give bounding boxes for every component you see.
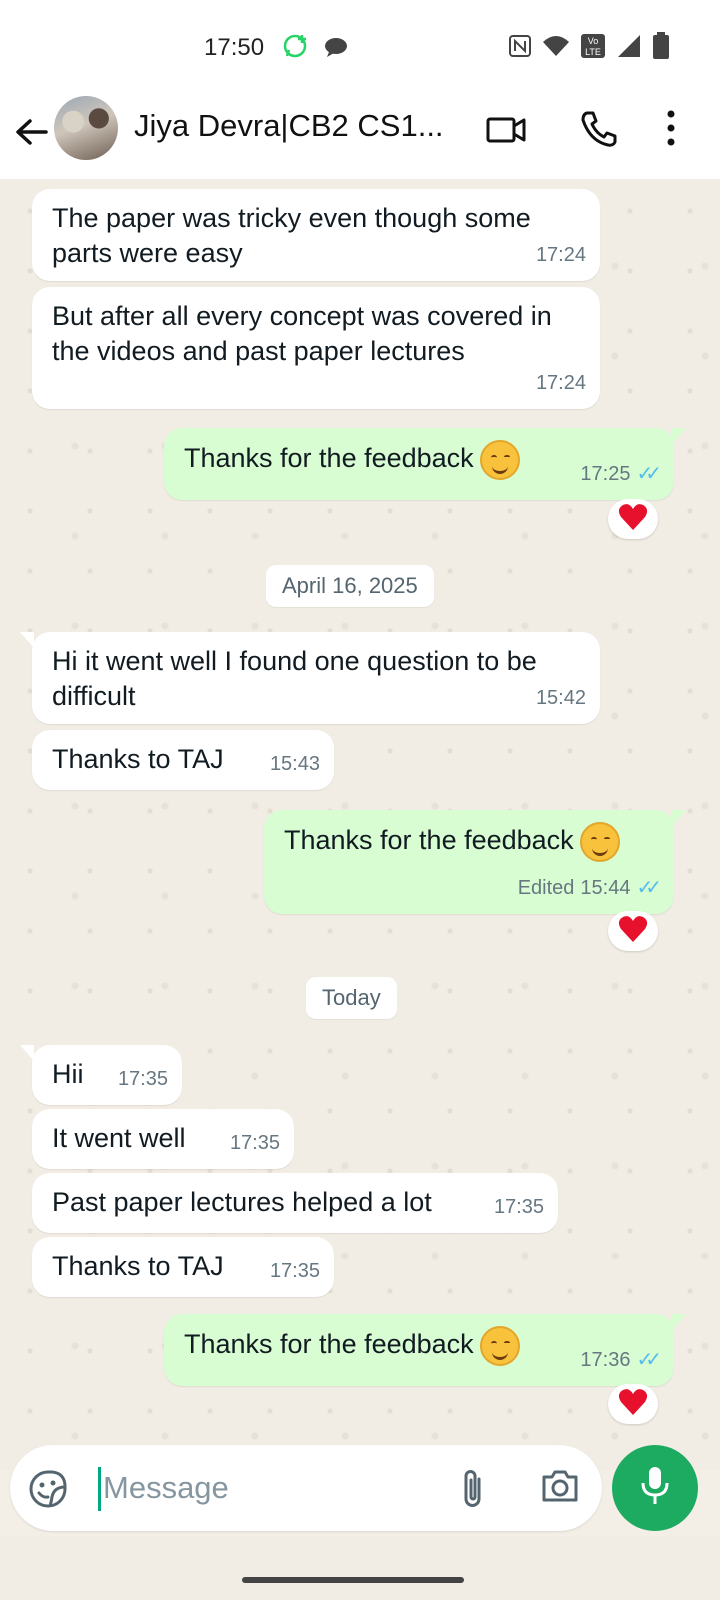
message-text: Thanks for the feedback: [184, 1329, 474, 1360]
read-ticks-icon: ✓✓: [636, 877, 661, 899]
message-meta: 17:35: [230, 1126, 280, 1161]
svg-text:LTE: LTE: [585, 47, 601, 57]
status-icons: Vo LTE: [508, 32, 670, 65]
status-bar: 17:50 Vo LTE: [0, 0, 720, 90]
smiling-face-emoji: [479, 1326, 520, 1366]
read-ticks-icon: ✓✓: [636, 1349, 661, 1371]
voice-message-button[interactable]: [612, 1445, 698, 1531]
message-bubble-incoming[interactable]: Thanks to TAJ 15:43: [32, 730, 334, 790]
message-meta: 17:35: [270, 1254, 320, 1289]
edited-label: Edited: [517, 877, 575, 899]
camera-icon[interactable]: [540, 1467, 580, 1510]
message-bubble-incoming[interactable]: Hi it went well I found one question to …: [20, 632, 600, 724]
date-label: Today: [322, 985, 381, 1010]
message-text: Past paper lectures helped a lot: [52, 1187, 432, 1217]
message-time: 17:35: [269, 1260, 320, 1282]
navigation-area: [0, 1536, 720, 1600]
message-bubble-outgoing[interactable]: Thanks for the feedback Edited 15:44 ✓✓: [264, 810, 686, 914]
whatsapp-notification-icon: [282, 32, 310, 65]
message-text: Hi it went well I found one question to …: [52, 646, 537, 711]
chat-header: Jiya Devra|CB2 CS1...: [0, 90, 720, 180]
message-meta: 15:43: [270, 747, 320, 782]
red-heart-icon: [618, 1388, 648, 1421]
message-bubble-incoming[interactable]: Hii 17:35: [20, 1045, 182, 1105]
volte-icon: Vo LTE: [580, 33, 606, 64]
message-time: 17:35: [493, 1196, 544, 1218]
message-text: Thanks for the feedback: [284, 825, 574, 856]
svg-text:Vo: Vo: [588, 36, 599, 46]
battery-icon: [652, 32, 670, 65]
message-text: Thanks to TAJ: [52, 744, 224, 774]
date-label: April 16, 2025: [282, 573, 418, 598]
message-input[interactable]: [103, 1463, 433, 1513]
message-time: 17:25: [580, 463, 631, 485]
message-time: 17:35: [229, 1132, 280, 1154]
message-text: The paper was tricky even though some pa…: [52, 203, 531, 268]
contact-name[interactable]: Jiya Devra|CB2 CS1...: [134, 108, 444, 144]
message-meta: 17:35: [494, 1190, 544, 1225]
home-indicator[interactable]: [242, 1577, 464, 1583]
message-bubble-incoming[interactable]: But after all every concept was covered …: [32, 287, 600, 409]
message-time: 17:24: [535, 244, 586, 266]
smiling-face-emoji: [579, 822, 620, 862]
more-options-icon[interactable]: [665, 108, 677, 153]
contact-avatar[interactable]: [54, 96, 118, 160]
message-meta: 17:36 ✓✓: [580, 1343, 661, 1378]
message-meta: 15:42: [536, 681, 586, 716]
message-bubble-incoming[interactable]: Thanks to TAJ 17:35: [32, 1237, 334, 1297]
signal-icon: [616, 34, 642, 63]
status-time: 17:50: [204, 34, 265, 61]
message-composer: [10, 1445, 602, 1531]
message-time: 15:42: [535, 687, 586, 709]
message-time: 17:24: [535, 372, 586, 394]
date-divider: April 16, 2025: [266, 565, 434, 607]
voice-call-icon[interactable]: [578, 108, 618, 155]
date-divider: Today: [306, 977, 397, 1019]
message-meta: 17:24: [536, 238, 586, 273]
heart-reaction[interactable]: [608, 1384, 658, 1424]
message-meta: 17:24: [536, 366, 586, 401]
message-bubble-incoming[interactable]: It went well 17:35: [32, 1109, 294, 1169]
wifi-icon: [542, 34, 570, 63]
text-cursor: [98, 1467, 101, 1511]
message-time: 17:36: [580, 1349, 631, 1371]
heart-reaction[interactable]: [608, 911, 658, 951]
nfc-icon: [508, 34, 532, 63]
chat-area[interactable]: The paper was tricky even though some pa…: [0, 181, 720, 1470]
message-bubble-incoming[interactable]: The paper was tricky even though some pa…: [32, 189, 600, 281]
message-time: 15:43: [269, 753, 320, 775]
sticker-icon[interactable]: [28, 1469, 68, 1514]
video-call-icon[interactable]: [486, 112, 526, 153]
message-bubble-incoming[interactable]: Past paper lectures helped a lot 17:35: [32, 1173, 558, 1233]
microphone-icon: [639, 1465, 671, 1512]
red-heart-icon: [618, 915, 648, 948]
message-time: 15:44: [580, 877, 631, 899]
message-text: But after all every concept was covered …: [52, 301, 552, 366]
message-text: It went well: [52, 1123, 186, 1153]
read-ticks-icon: ✓✓: [636, 463, 661, 485]
heart-reaction[interactable]: [608, 499, 658, 539]
back-arrow-icon[interactable]: [12, 112, 52, 152]
message-meta: 17:35: [118, 1062, 168, 1097]
message-bubble-outgoing[interactable]: Thanks for the feedback 17:36 ✓✓: [164, 1314, 686, 1386]
attach-icon[interactable]: [458, 1467, 488, 1516]
message-meta: 17:25 ✓✓: [580, 457, 661, 492]
red-heart-icon: [618, 503, 648, 536]
smiling-face-emoji: [479, 440, 520, 480]
message-text: Thanks for the feedback: [184, 443, 474, 474]
message-notification-icon: [323, 36, 349, 63]
message-bubble-outgoing[interactable]: Thanks for the feedback 17:25 ✓✓: [164, 428, 686, 500]
message-text: Hii: [52, 1059, 84, 1089]
message-meta: Edited 15:44 ✓✓: [517, 871, 662, 906]
message-text: Thanks to TAJ: [52, 1251, 224, 1281]
message-time: 17:35: [117, 1068, 168, 1090]
